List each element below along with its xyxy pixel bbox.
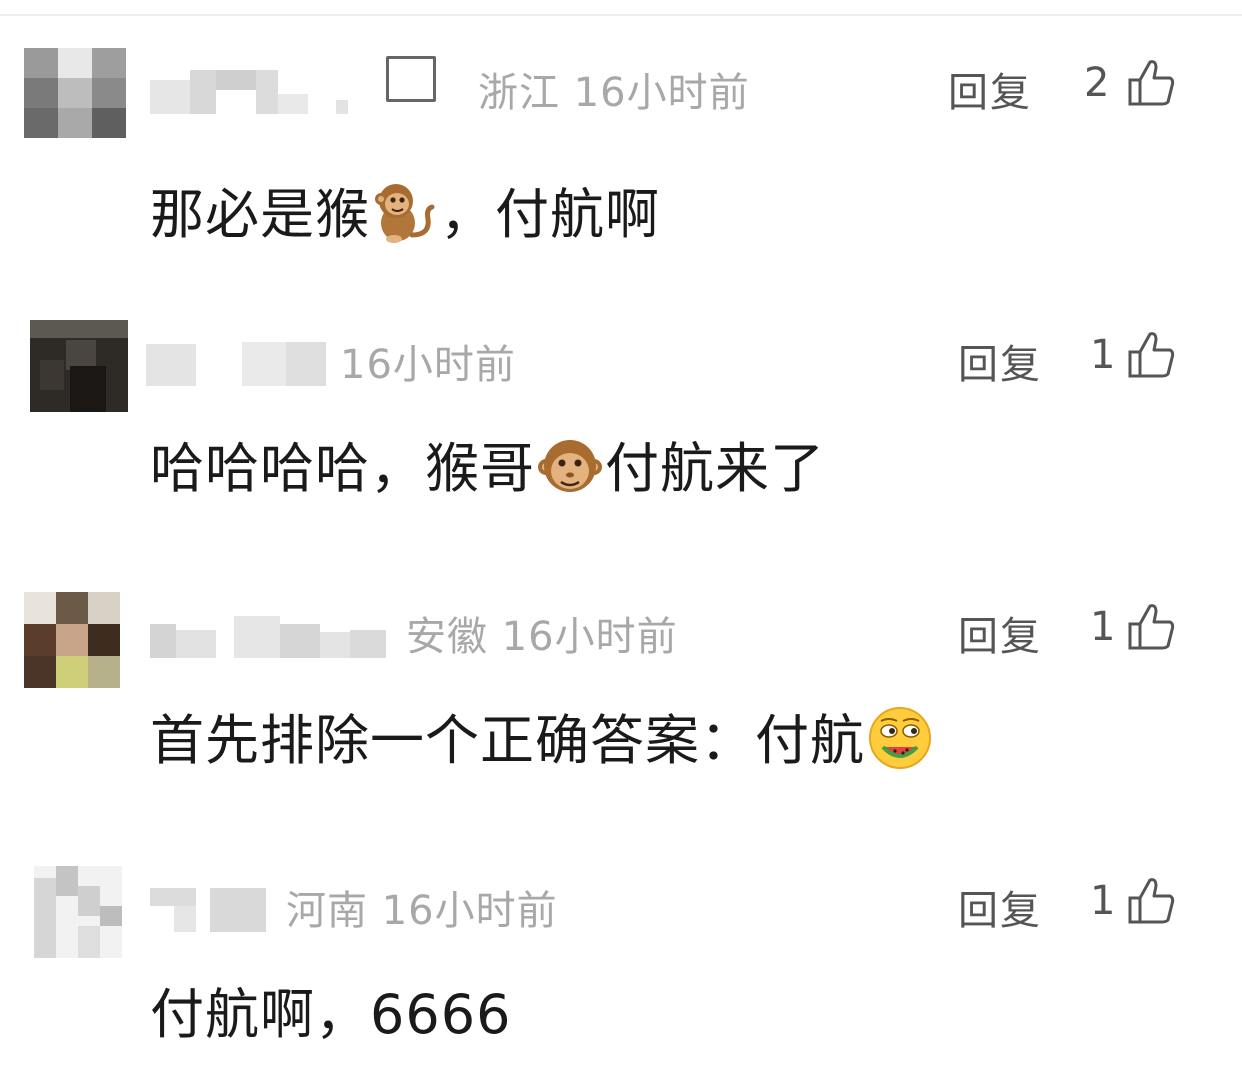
- username-blurred[interactable]: [150, 70, 360, 120]
- comment-text-part: 哈哈哈哈，猴哥: [150, 437, 535, 500]
- comment-location-time: 河南 16小时前: [286, 888, 558, 934]
- top-divider: [0, 14, 1242, 16]
- reply-button[interactable]: 回复: [958, 878, 1042, 936]
- reply-button[interactable]: 回复: [958, 604, 1042, 662]
- reply-button[interactable]: 回复: [958, 332, 1042, 390]
- avatar[interactable]: [34, 866, 122, 958]
- comment-location-time: 安徽 16小时前: [406, 614, 678, 660]
- comment-location-time: 16小时前: [340, 342, 516, 388]
- comment-list-page: 浙江 16小时前 回复 2 那必是猴 ，付航啊 16小时前 回复 1 哈哈哈哈，…: [0, 0, 1242, 1084]
- comment-item: 16小时前 回复 1 哈哈哈哈，猴哥 付航来了: [0, 320, 1242, 520]
- comment-text-part: 首先排除一个正确答案：付航: [150, 709, 865, 772]
- comment-item: 河南 16小时前 回复 1 付航啊，6666: [0, 866, 1242, 1066]
- comment-item: 浙江 16小时前 回复 2 那必是猴 ，付航啊: [0, 48, 1242, 248]
- thumbs-up-icon[interactable]: [1126, 58, 1176, 108]
- avatar[interactable]: [24, 48, 126, 138]
- username-blurred[interactable]: [150, 888, 266, 938]
- reply-button[interactable]: 回复: [948, 60, 1032, 118]
- monkey-icon: [375, 184, 435, 244]
- username-blurred[interactable]: [146, 342, 326, 392]
- thumbs-up-icon[interactable]: [1126, 330, 1176, 380]
- like-count: 1: [1090, 332, 1116, 378]
- comment-text-part: 付航啊，6666: [150, 983, 512, 1046]
- comment-text: 哈哈哈哈，猴哥 付航来了: [150, 424, 825, 505]
- badge-box-icon: [386, 56, 436, 102]
- avatar[interactable]: [24, 592, 120, 688]
- monkey-face-icon: [538, 440, 602, 493]
- comment-text-part: 那必是猴: [150, 183, 370, 246]
- avatar[interactable]: [30, 320, 128, 412]
- comment-text-part: ，付航啊: [440, 183, 660, 246]
- comment-text: 付航啊，6666: [150, 970, 511, 1049]
- like-count: 2: [1084, 60, 1110, 106]
- like-count: 1: [1090, 878, 1116, 924]
- comment-text-part: 付航来了: [605, 437, 825, 500]
- thumbs-up-icon[interactable]: [1126, 602, 1176, 652]
- username-blurred[interactable]: [150, 614, 386, 664]
- eating-watermelon-icon: [869, 707, 931, 770]
- comment-text: 首先排除一个正确答案：付航: [150, 696, 935, 777]
- comment-location-time: 浙江 16小时前: [478, 70, 750, 116]
- comment-text: 那必是猴 ，付航啊: [150, 170, 660, 251]
- thumbs-up-icon[interactable]: [1126, 876, 1176, 926]
- comment-item: 安徽 16小时前 回复 1 首先排除一个正确答案：付航: [0, 592, 1242, 792]
- like-count: 1: [1090, 604, 1116, 650]
